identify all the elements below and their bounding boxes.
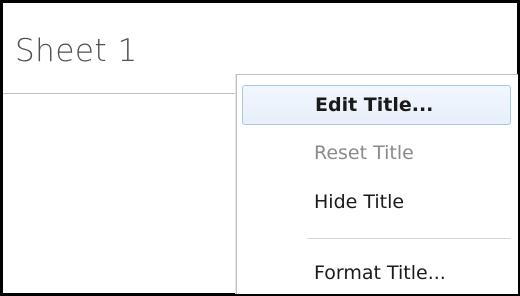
menu-separator	[307, 238, 511, 239]
worksheet-frame: Sheet 1 Edit Title... Reset Title Hide T…	[0, 0, 520, 296]
menu-item-edit-title[interactable]: Edit Title...	[242, 85, 511, 125]
menu-item-label: Reset Title	[314, 142, 414, 164]
menu-item-label: Edit Title...	[315, 94, 434, 116]
sheet-title[interactable]: Sheet 1	[15, 33, 138, 69]
title-context-menu: Edit Title... Reset Title Hide Title For…	[236, 74, 518, 294]
menu-item-reset-title: Reset Title	[242, 133, 511, 173]
menu-item-hide-title[interactable]: Hide Title	[242, 182, 511, 222]
menu-item-label: Format Title...	[314, 262, 446, 284]
menu-item-format-title[interactable]: Format Title...	[242, 253, 511, 293]
title-divider	[3, 93, 239, 94]
menu-item-label: Hide Title	[314, 191, 405, 213]
